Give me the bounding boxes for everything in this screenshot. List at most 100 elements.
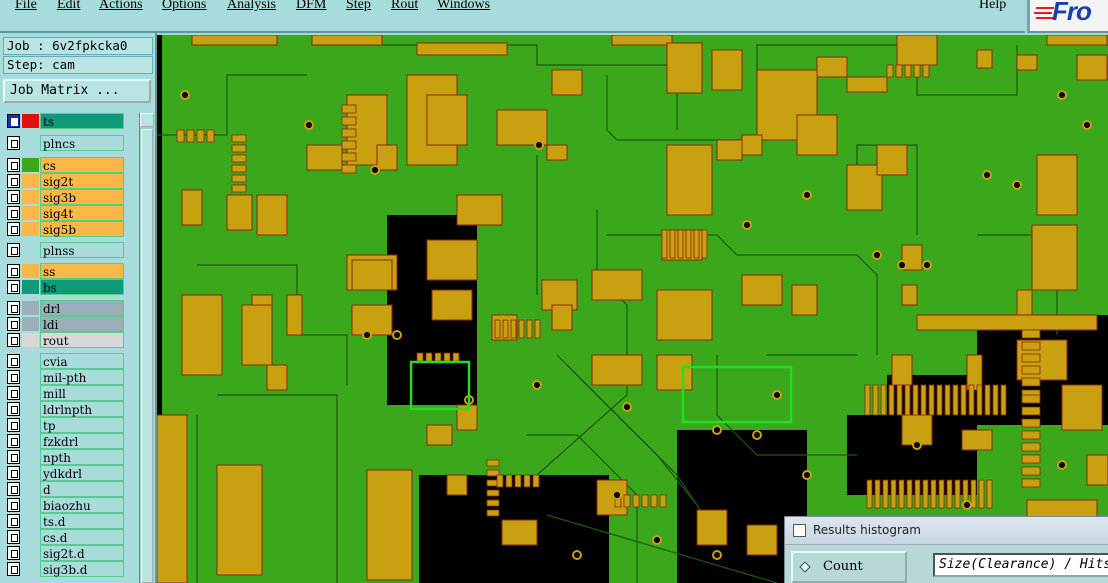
pad xyxy=(231,134,247,143)
layer-checkbox[interactable] xyxy=(7,206,20,220)
layer-scrollbar[interactable] xyxy=(139,113,154,583)
layer-row-sig3b[interactable]: sig3b xyxy=(5,189,125,205)
layer-row-drl[interactable]: drl xyxy=(5,300,125,316)
menu-analysis[interactable]: Analysis xyxy=(227,0,276,13)
scroll-thumb[interactable] xyxy=(141,129,153,583)
pad xyxy=(978,479,985,509)
menu-file[interactable]: File xyxy=(15,0,37,13)
layer-row-ss[interactable]: ss xyxy=(5,263,125,279)
via xyxy=(1012,180,1022,190)
layer-row-cs[interactable]: cs xyxy=(5,157,125,173)
layer-row-fzkdrl[interactable]: fzkdrl xyxy=(5,433,125,449)
layer-row-sig5b[interactable]: sig5b xyxy=(5,221,125,237)
layer-checkbox[interactable] xyxy=(7,301,20,315)
layer-row-plncs[interactable]: plncs xyxy=(5,135,125,151)
layer-checkbox[interactable] xyxy=(7,158,20,172)
layer-checkbox[interactable] xyxy=(7,136,20,150)
layer-row-cs-d[interactable]: cs.d xyxy=(5,529,125,545)
menu-edit-label: Edit xyxy=(57,0,81,12)
layer-checkbox[interactable] xyxy=(7,243,20,257)
menu-help[interactable]: Help xyxy=(979,0,1006,13)
layer-row-ydkdrl[interactable]: ydkdrl xyxy=(5,465,125,481)
layer-checkbox[interactable] xyxy=(7,386,20,400)
layer-row-sig2t[interactable]: sig2t xyxy=(5,173,125,189)
layer-row-cvia[interactable]: cvia xyxy=(5,353,125,369)
pad xyxy=(650,494,658,508)
layer-row-ts[interactable]: ts xyxy=(5,113,125,129)
layer-checkbox[interactable] xyxy=(7,498,20,512)
layer-checkbox[interactable] xyxy=(7,333,20,347)
pad xyxy=(486,489,500,497)
layer-checkbox[interactable] xyxy=(7,562,20,576)
pad xyxy=(886,64,894,78)
layer-row-sig3b-d[interactable]: sig3b.d xyxy=(5,561,125,577)
layer-checkbox[interactable] xyxy=(7,482,20,496)
layer-checkbox[interactable] xyxy=(7,546,20,560)
pad xyxy=(341,104,357,114)
menu-options[interactable]: Options xyxy=(162,0,206,13)
via xyxy=(772,390,782,400)
layer-checkbox[interactable] xyxy=(7,190,20,204)
layer-row-mil-pth[interactable]: mil-pth xyxy=(5,369,125,385)
layer-row-bs[interactable]: bs xyxy=(5,279,125,295)
layer-row-rout[interactable]: rout xyxy=(5,332,125,348)
via xyxy=(742,220,752,230)
menu-dfm[interactable]: DFM xyxy=(296,0,326,13)
histogram-titlebar[interactable]: Results histogram xyxy=(785,517,1108,545)
layer-checkbox[interactable] xyxy=(7,264,20,278)
results-histogram-window[interactable]: Results histogram Count Size(Clearance) … xyxy=(784,516,1108,583)
layer-checkbox[interactable] xyxy=(7,280,20,294)
pad xyxy=(896,384,903,416)
layer-row-npth[interactable]: npth xyxy=(5,449,125,465)
layer-color-swatch xyxy=(22,333,39,347)
menu-edit[interactable]: Edit xyxy=(57,0,80,13)
layer-checkbox[interactable] xyxy=(7,114,20,128)
pad xyxy=(685,229,692,259)
size-clearance-field[interactable]: Size(Clearance) / Hits xyxy=(933,553,1108,577)
layer-row-biaozhu[interactable]: biaozhu xyxy=(5,497,125,513)
job-matrix-button[interactable]: Job Matrix ... xyxy=(3,79,151,103)
layer-name: npth xyxy=(40,449,124,465)
layer-row-sig4t[interactable]: sig4t xyxy=(5,205,125,221)
layer-checkbox[interactable] xyxy=(7,514,20,528)
layer-checkbox[interactable] xyxy=(7,222,20,236)
layer-color-swatch xyxy=(22,174,39,188)
layer-checkbox[interactable] xyxy=(7,434,20,448)
step-name: Step: cam xyxy=(3,56,153,74)
via xyxy=(652,535,662,545)
menu-step[interactable]: Step xyxy=(346,0,371,13)
layer-row-ts-d[interactable]: ts.d xyxy=(5,513,125,529)
layer-checkbox[interactable] xyxy=(7,450,20,464)
layer-checkbox[interactable] xyxy=(7,530,20,544)
layer-checkbox[interactable] xyxy=(7,354,20,368)
pad xyxy=(880,384,887,416)
count-radio[interactable]: Count xyxy=(791,551,907,583)
layer-checkbox[interactable] xyxy=(7,402,20,416)
layer-row-ldrlnpth[interactable]: ldrlnpth xyxy=(5,401,125,417)
layer-checkbox[interactable] xyxy=(7,466,20,480)
layer-row-sig2t-d[interactable]: sig2t.d xyxy=(5,545,125,561)
layer-row-plnss[interactable]: plnss xyxy=(5,242,125,258)
pad xyxy=(701,229,708,259)
layer-checkbox[interactable] xyxy=(7,174,20,188)
layer-row-mill[interactable]: mill xyxy=(5,385,125,401)
pad xyxy=(922,64,930,78)
pad xyxy=(1021,377,1041,387)
board-canvas[interactable] xyxy=(157,35,1108,583)
menu-actions[interactable]: Actions xyxy=(99,0,143,13)
layer-name: fzkdrl xyxy=(40,433,124,449)
layer-checkbox[interactable] xyxy=(7,418,20,432)
menu-windows[interactable]: Windows xyxy=(437,0,490,13)
layer-checkbox[interactable] xyxy=(7,317,20,331)
pad xyxy=(341,116,357,126)
layer-row-d[interactable]: d xyxy=(5,481,125,497)
menu-rout[interactable]: Rout xyxy=(391,0,418,13)
pcb-graphics[interactable] xyxy=(157,35,1108,583)
layer-row-ldi[interactable]: ldi xyxy=(5,316,125,332)
layer-color-swatch xyxy=(22,280,39,294)
layer-row-tp[interactable]: tp xyxy=(5,417,125,433)
via xyxy=(922,260,932,270)
layer-checkbox[interactable] xyxy=(7,370,20,384)
pad xyxy=(526,319,533,339)
scroll-up-arrow-icon[interactable] xyxy=(140,113,154,127)
